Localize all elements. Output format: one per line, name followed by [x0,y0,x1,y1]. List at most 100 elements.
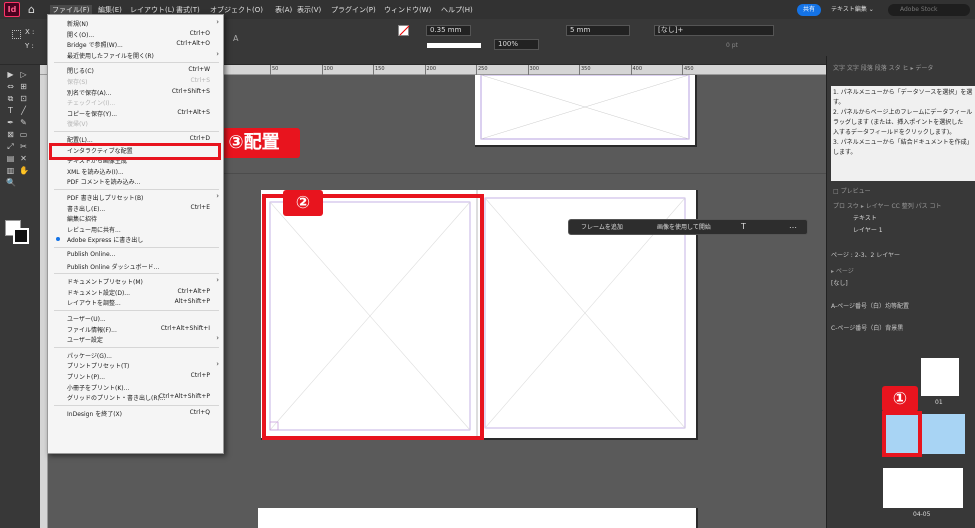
menu-item[interactable]: グリッドのプリント・書き出し(R)... Ctrl+Alt+Shift+P [48,392,223,403]
fill-none-icon[interactable] [398,25,410,36]
page-01-thumb[interactable] [921,358,959,396]
menu-5[interactable]: 表(A) [275,5,292,15]
menu-item[interactable]: 小冊子をプリント(K)... [48,382,223,393]
reference-point-icon[interactable] [12,30,21,39]
menu-item[interactable]: InDesign を終了(X) Ctrl+Q [48,408,223,419]
master-a[interactable]: A-ページ番号（白）均等配置 [831,302,909,312]
menu-item[interactable]: パッケージ(G)... [48,350,223,361]
menu-item-label: 開く(O)... [67,31,95,39]
tool-icon-16[interactable]: ▥ [6,166,15,175]
panel-tabs-top[interactable]: 文字 文字 段落 段落 スタ ヒ ▸ データ [833,63,933,72]
tool-icon-12[interactable]: ⤢ [6,142,15,151]
menu-item[interactable]: 別名で保存(A)... Ctrl+Shift+S [48,87,223,98]
layer-1[interactable]: レイヤー 1 [853,226,883,236]
spread-04-05-thumb[interactable] [883,468,963,508]
menu-item[interactable]: ユーザー(U)... [48,313,223,324]
page-0405-label: 04-05 [913,511,931,518]
menu-item[interactable]: 編集に招待 [48,213,223,224]
menu-item[interactable]: PDF 書き出しプリセット(B) › [48,192,223,203]
master-c[interactable]: C-ページ番号（白）背景黒 [831,324,903,334]
menu-item-label: チェックイン(I)... [67,100,116,108]
menu-item-label: 別名で保存(A)... [67,89,112,97]
preview-checkbox[interactable]: □ プレビュー [833,186,871,195]
menu-item[interactable]: 最近使用したファイルを開く(R) › [48,50,223,61]
share-button[interactable]: 共有 [797,4,821,16]
tool-icon-2[interactable]: ⇔ [6,82,15,91]
menu-item[interactable]: 閉じる(C) Ctrl+W [48,65,223,76]
help-line: す。 [833,99,845,106]
menu-item[interactable]: Publish Online... [48,250,223,261]
pages-tab[interactable]: ▸ ページ [831,266,854,275]
menu-item[interactable]: レビュー用に共有... [48,224,223,235]
object-style-select[interactable]: [なし]+ [654,25,774,36]
ruler-tick-line [682,65,683,75]
stock-search-input[interactable]: Adobe Stock [888,4,970,16]
page-info: ページ : 2-3、2 レイヤー [831,252,901,259]
menu-item[interactable]: ファイル情報(F)... Ctrl+Alt+Shift+I [48,324,223,335]
menu-item[interactable]: XML を読み込み(I)... [48,166,223,177]
menu-item[interactable]: 書き出し(E)... Ctrl+E [48,203,223,214]
menu-item-label: ドキュメントプリセット(M) [67,279,143,287]
layer-panel-tabs[interactable]: プロ スウ ▸ レイヤー CC 整列 パス コト [833,201,942,210]
menu-item[interactable]: コピーを保存(Y)... Ctrl+Alt+S [48,108,223,119]
menu-9[interactable]: ヘルプ(H) [441,5,473,15]
start-with-image-button[interactable]: 画像を使用して開始 [657,223,711,233]
tool-icon-9[interactable]: ✎ [19,118,28,127]
menu-item[interactable]: プリントプリセット(T) › [48,360,223,371]
tool-icon-7[interactable]: ╱ [19,106,28,115]
selected-page-2-highlight[interactable] [262,194,484,440]
tool-icon-13[interactable]: ✂ [19,142,28,151]
tool-icon-6[interactable]: T [6,106,15,115]
menu-item[interactable]: 開く(O)... Ctrl+O [48,29,223,40]
tool-icon-5[interactable]: ⊡ [19,94,28,103]
tool-icon-17[interactable]: ✋ [19,166,29,175]
tool-icon-15[interactable]: ✕ [19,154,28,163]
tool-icon-4[interactable]: ⧉ [6,94,15,103]
add-frame-button[interactable]: フレームを追加 [581,223,623,233]
menu-item[interactable]: プリント(P)... Ctrl+P [48,371,223,382]
ruler-tick: 350 [581,66,591,72]
tool-icon-0[interactable]: ▶ [6,70,15,79]
y-label: Y : [25,42,34,50]
zoom-field[interactable]: 100% [494,39,539,50]
tool-icon-10[interactable]: ⊠ [6,130,15,139]
menu-item[interactable]: Publish Online ダッシュボード... [48,261,223,272]
step-1-highlight [882,411,922,457]
layer-text[interactable]: テキスト [853,214,877,224]
gap-field[interactable]: 5 mm [566,25,630,36]
more-options-icon[interactable]: … [789,221,797,231]
tool-icon-11[interactable]: ▭ [19,130,28,139]
menu-item[interactable]: Adobe Express に書き出し [48,234,223,245]
home-icon[interactable]: ⌂ [28,3,42,16]
text-tool-icon[interactable]: T [741,222,746,232]
tool-icon-1[interactable]: ▷ [19,70,28,79]
menu-8[interactable]: ウィンドウ(W) [384,5,431,15]
menu-6[interactable]: 表示(V) [297,5,321,15]
submenu-arrow-icon: › [216,192,219,200]
tool-icon-18[interactable]: 🔍 [6,178,16,187]
menu-item[interactable]: ドキュメント設定(D)... Ctrl+Alt+P [48,287,223,298]
menu-item[interactable]: Bridge で参照(W)... Ctrl+Alt+O [48,39,223,50]
page-top-right [475,75,697,147]
stroke-swatch-icon[interactable] [13,228,29,244]
menu-item: チェックイン(I)... [48,97,223,108]
stroke-weight-field[interactable]: 0.35 mm [426,25,471,36]
tool-icon-3[interactable]: ⊞ [19,82,28,91]
menu-item[interactable]: ユーザー設定 › [48,334,223,345]
master-none[interactable]: [なし] [831,279,848,289]
submenu-arrow-icon: › [216,18,219,26]
menu-item[interactable]: ドキュメントプリセット(M) › [48,276,223,287]
tool-icon-14[interactable]: ▤ [6,154,15,163]
page-bottom [258,508,698,528]
ruler-tick-line [579,65,580,75]
workspace-switcher[interactable]: テキスト編集 ⌄ [831,5,874,15]
menu-7[interactable]: プラグイン(P) [331,5,376,15]
tool-icon-8[interactable]: ✒ [6,118,15,127]
menu-item[interactable]: PDF コメントを読み込み... [48,176,223,187]
menu-item-shortcut: Alt+Shift+P [174,298,210,306]
contextual-task-bar: フレームを追加 画像を使用して開始 T … [568,219,808,235]
stroke-type-swatch[interactable] [427,43,481,48]
menu-item[interactable]: 新規(N) › [48,18,223,29]
menu-item[interactable]: レイアウトを調整... Alt+Shift+P [48,297,223,308]
menu-item-shortcut: Ctrl+S [190,77,210,84]
